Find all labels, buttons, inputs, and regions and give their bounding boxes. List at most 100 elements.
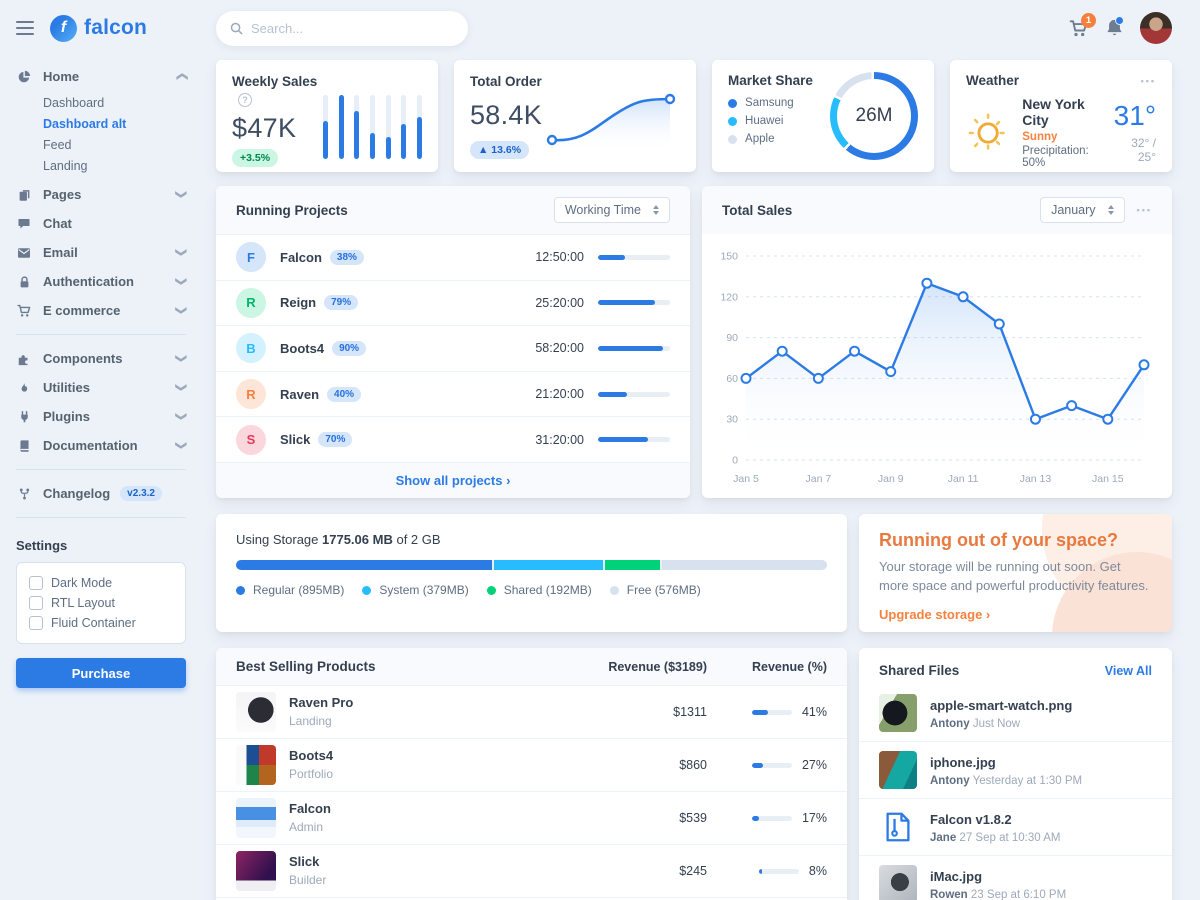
sidebar-item-e-commerce[interactable]: E commerce ❯ [16, 296, 186, 325]
product-category[interactable]: Portfolio [289, 767, 333, 781]
market-share-legend: SamsungHuaweiApple [728, 97, 813, 145]
product-category[interactable]: Landing [289, 714, 332, 728]
file-thumbnail[interactable] [879, 751, 917, 789]
sidebar-item-landing[interactable]: Landing [16, 155, 186, 176]
project-row: B Boots4 90% 58:20:00 [216, 325, 690, 371]
revenue-pct-column-header: Revenue (%) [707, 660, 827, 674]
working-time-select[interactable]: Working Time [554, 197, 670, 223]
sidebar-item-plugins[interactable]: Plugins ❯ [16, 402, 186, 431]
sidebar-item-changelog[interactable]: Changelog v2.3.2 [16, 479, 186, 508]
product-name[interactable]: Falcon [289, 801, 331, 816]
comments-icon [16, 217, 32, 230]
product-thumbnail[interactable] [236, 798, 276, 838]
sidebar-item-authentication[interactable]: Authentication ❯ [16, 267, 186, 296]
product-category[interactable]: Admin [289, 820, 323, 834]
purchase-button[interactable]: Purchase [16, 658, 186, 688]
project-name[interactable]: Reign [280, 295, 316, 310]
product-name[interactable]: Boots4 [289, 748, 333, 763]
file-thumbnail[interactable] [879, 865, 917, 900]
upgrade-storage-link[interactable]: Upgrade storage › [879, 607, 990, 622]
product-thumbnail[interactable] [236, 745, 276, 785]
help-icon[interactable]: ? [238, 93, 252, 107]
project-row: R Reign 79% 25:20:00 [216, 280, 690, 326]
show-all-projects-link[interactable]: Show all projects › [216, 462, 690, 498]
notifications-button[interactable] [1105, 18, 1124, 38]
checkbox-icon[interactable] [29, 616, 43, 630]
product-list: Raven ProLanding $1311 41% Boots4Portfol… [216, 685, 847, 900]
sidebar-item-dashboard-alt[interactable]: Dashboard alt [16, 113, 186, 134]
table-row: FalconAdmin $539 17% [216, 791, 847, 844]
product-category[interactable]: Builder [289, 873, 326, 887]
product-percent-cell: 41% [707, 705, 827, 719]
search-input[interactable] [251, 21, 454, 36]
legend-item: Regular (895MB) [236, 583, 344, 597]
settings-box: Dark Mode RTL Layout Fluid Container [16, 562, 186, 644]
svg-text:60: 60 [726, 373, 738, 385]
product-price: $245 [557, 864, 707, 878]
file-name[interactable]: Falcon v1.8.2 [930, 812, 1012, 827]
file-name[interactable]: iMac.jpg [930, 869, 982, 884]
divider [16, 517, 186, 518]
sidebar-item-email[interactable]: Email ❯ [16, 238, 186, 267]
project-avatar: R [236, 379, 266, 409]
project-name[interactable]: Raven [280, 387, 319, 402]
legend-label: Samsung [745, 97, 794, 109]
sidebar-item-label: Authentication [43, 274, 134, 289]
file-icon[interactable] [879, 808, 917, 846]
project-list: F Falcon 38% 12:50:00 R Reign 79% 25:20:… [216, 234, 690, 462]
sidebar-item-dashboard[interactable]: Dashboard [16, 92, 186, 113]
checkbox-icon[interactable] [29, 596, 43, 610]
project-time: 12:50:00 [535, 250, 584, 264]
file-name[interactable]: iphone.jpg [930, 755, 996, 770]
bar [339, 95, 344, 159]
sidebar-item-label: Utilities [43, 380, 90, 395]
chevron-down-icon: ❯ [175, 441, 188, 450]
project-avatar: F [236, 242, 266, 272]
product-thumbnail[interactable] [236, 692, 276, 732]
product-name[interactable]: Raven Pro [289, 695, 353, 710]
project-name[interactable]: Slick [280, 432, 310, 447]
market-share-card: Market Share SamsungHuaweiApple 26M [712, 60, 934, 172]
sidebar-item-components[interactable]: Components ❯ [16, 344, 186, 373]
view-all-link[interactable]: View All [1105, 664, 1152, 678]
sidebar-item-chat[interactable]: Chat [16, 209, 186, 238]
percent-progress-bar [752, 710, 792, 715]
menu-toggle-icon[interactable] [16, 21, 34, 35]
percent-label: 41% [802, 705, 827, 719]
project-name[interactable]: Falcon [280, 250, 322, 265]
cart-button[interactable]: 1 [1069, 19, 1089, 38]
total-order-left: Total Order 58.4K ▲ 13.6% [470, 73, 542, 159]
file-user: Antony [930, 775, 970, 787]
sidebar-item-utilities[interactable]: Utilities ❯ [16, 373, 186, 402]
product-percent-cell: 8% [707, 864, 827, 878]
list-item: apple-smart-watch.png Antony Just Now [859, 685, 1172, 741]
sidebar-item-feed[interactable]: Feed [16, 134, 186, 155]
file-name[interactable]: apple-smart-watch.png [930, 698, 1072, 713]
brand-logo[interactable]: f falcon [50, 15, 147, 42]
more-options-icon[interactable]: ••• [1137, 205, 1152, 215]
checkbox-rtl-layout[interactable]: RTL Layout [29, 593, 173, 613]
user-avatar[interactable] [1140, 12, 1172, 44]
sidebar-item-home[interactable]: Home ❯ [16, 62, 186, 91]
sidebar-item-pages[interactable]: Pages ❯ [16, 180, 186, 209]
legend-item: Huawei [728, 115, 813, 127]
product-name[interactable]: Slick [289, 854, 319, 869]
month-select[interactable]: January [1040, 197, 1124, 223]
sun-icon [966, 110, 1010, 156]
sidebar-item-documentation[interactable]: Documentation ❯ [16, 431, 186, 460]
checkbox-icon[interactable] [29, 576, 43, 590]
product-thumbnail[interactable] [236, 851, 276, 891]
weekly-sales-left: Weekly Sales? $47K +3.5% [232, 73, 323, 159]
project-time: 21:20:00 [535, 387, 584, 401]
project-name[interactable]: Boots4 [280, 341, 324, 356]
more-options-icon[interactable]: ••• [1141, 76, 1156, 86]
checkbox-dark-mode[interactable]: Dark Mode [29, 573, 173, 593]
file-thumbnail[interactable] [879, 694, 917, 732]
weather-precipitation: Precipitation: 50% [1022, 145, 1111, 169]
project-avatar: S [236, 425, 266, 455]
pie-chart-icon [16, 70, 32, 84]
weather-card: Weather ••• New York City Sunny Prec [950, 60, 1172, 172]
checkbox-fluid-container[interactable]: Fluid Container [29, 613, 173, 633]
chevron-down-icon: ❯ [175, 277, 188, 286]
legend-item: Free (576MB) [610, 583, 701, 597]
